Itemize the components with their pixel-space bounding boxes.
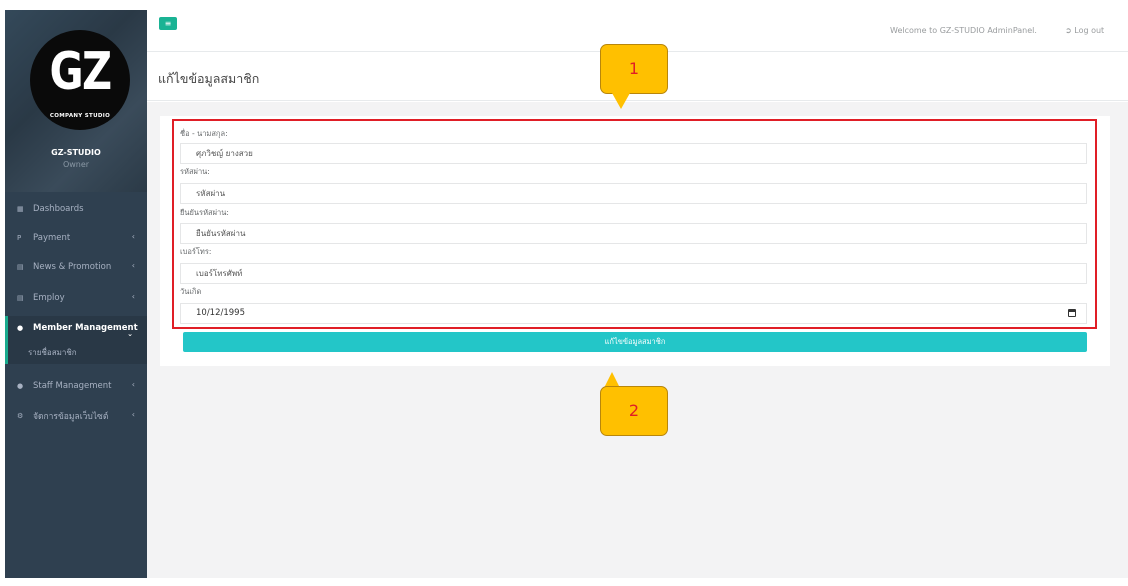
users-icon: ●: [17, 324, 24, 332]
sidebar-header: GZ COMPANY STUDIO GZ-STUDIO Owner: [5, 10, 147, 192]
callout-1-pointer: [612, 93, 630, 109]
callout-1: 1: [600, 44, 668, 94]
chevron-left-icon: ‹: [131, 380, 135, 389]
sidebar-item-employ[interactable]: ▤ Employ ‹: [5, 286, 147, 310]
submenu-member-list[interactable]: รายชื่อสมาชิก: [5, 340, 147, 364]
sidebar-item-member-management[interactable]: ● Member Management ⌄: [5, 316, 147, 340]
callout-2: 2: [600, 386, 668, 436]
sign-out-icon: ➲: [1065, 26, 1072, 35]
sidebar-item-staff-management[interactable]: ● Staff Management ‹: [5, 374, 147, 398]
chevron-left-icon: ‹: [131, 292, 135, 301]
sidebar: GZ COMPANY STUDIO GZ-STUDIO Owner ▦ Dash…: [5, 10, 147, 578]
paypal-icon: P: [17, 234, 22, 242]
hamburger-icon: ≡: [164, 19, 172, 28]
annotation-highlight-box: [172, 119, 1097, 329]
company-logo: GZ COMPANY STUDIO: [30, 30, 130, 130]
chevron-left-icon: ‹: [131, 410, 135, 419]
brand-name: GZ-STUDIO: [51, 148, 101, 157]
welcome-message: Welcome to GZ-STUDIO AdminPanel.: [890, 26, 1037, 35]
id-card-icon: ▤: [17, 294, 24, 302]
sidebar-item-dashboards[interactable]: ▦ Dashboards: [5, 197, 147, 221]
cropped-caption: [0, 578, 1128, 586]
chevron-left-icon: ‹: [131, 261, 135, 270]
logout-link[interactable]: ➲ Log out: [1065, 26, 1104, 35]
chevron-down-icon: ⌄: [127, 330, 133, 338]
sidebar-item-website-settings[interactable]: ⚙ จัดการข้อมูลเว็บไซต์ ‹: [5, 404, 147, 428]
menu-toggle-button[interactable]: ≡: [159, 17, 177, 30]
page-title: แก้ไขข้อมูลสมาชิก: [158, 71, 260, 86]
brand-role: Owner: [62, 160, 90, 169]
update-member-button[interactable]: แก้ไขข้อมูลสมาชิก: [183, 332, 1087, 352]
newspaper-icon: ▤: [17, 263, 24, 271]
users-icon: ●: [17, 382, 24, 390]
chevron-left-icon: ‹: [131, 232, 135, 241]
sidebar-item-news-promotion[interactable]: ▤ News & Promotion ‹: [5, 255, 147, 279]
gears-icon: ⚙: [17, 412, 24, 420]
sidebar-item-payment[interactable]: P Payment ‹: [5, 226, 147, 250]
grid-icon: ▦: [17, 205, 24, 213]
